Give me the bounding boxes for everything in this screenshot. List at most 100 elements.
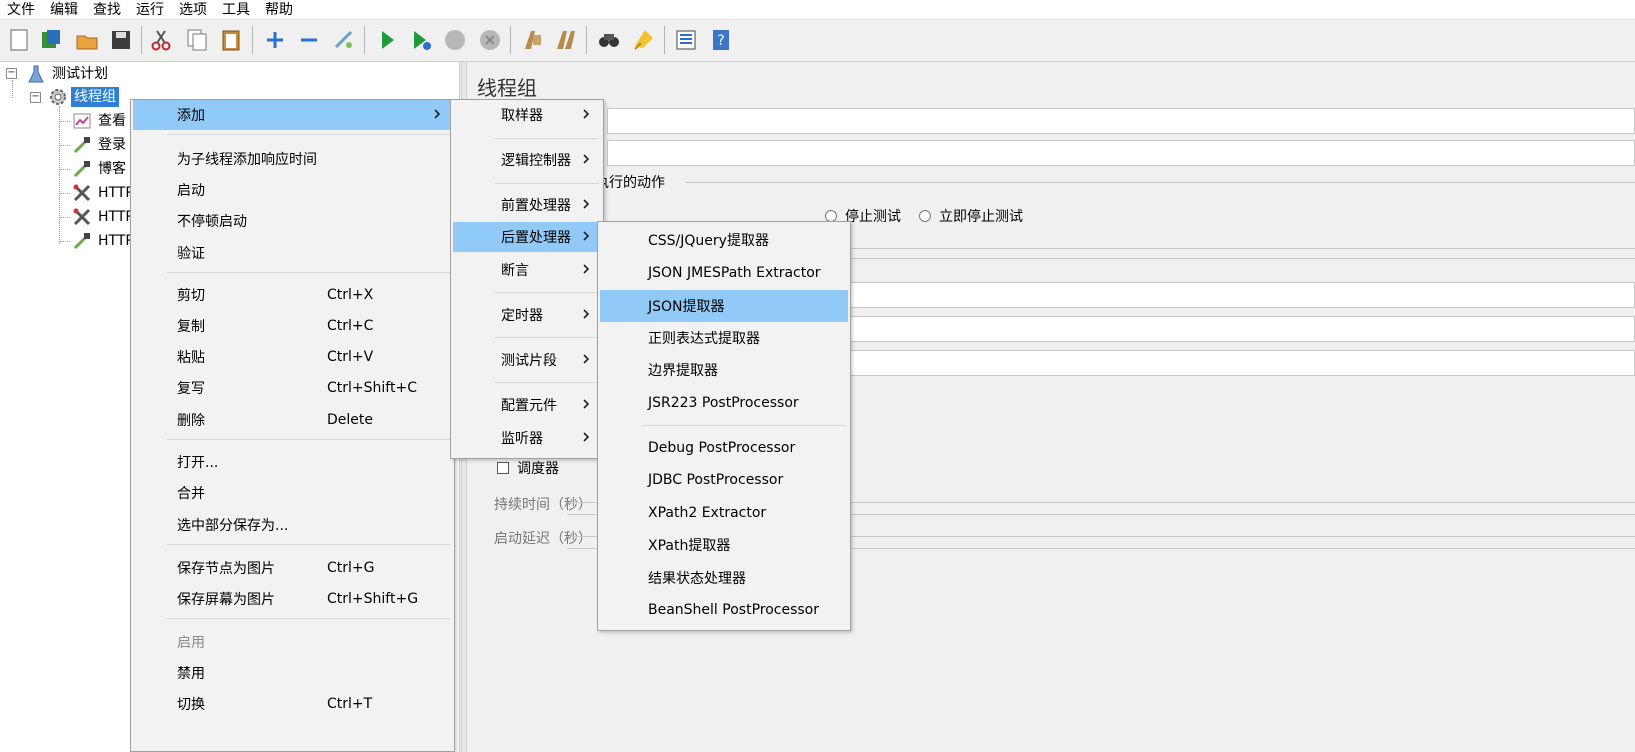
open-icon[interactable] bbox=[72, 25, 102, 55]
menu-item-disable[interactable]: 禁用 bbox=[133, 658, 452, 688]
tree-node-child[interactable]: 查看 bbox=[72, 110, 129, 132]
menu-item-xpath2-extractor[interactable]: XPath2 Extractor bbox=[600, 498, 848, 528]
menu-item-timer[interactable]: 定时器 bbox=[453, 300, 601, 330]
menu-item-cut[interactable]: 剪切 Ctrl+X bbox=[133, 280, 452, 310]
menu-edit[interactable]: 编辑 bbox=[43, 1, 86, 19]
menu-item-copy[interactable]: 复制 Ctrl+C bbox=[133, 311, 452, 341]
toggle-icon[interactable] bbox=[329, 25, 359, 55]
menu-item-json-jmespath-extractor[interactable]: JSON JMESPath Extractor bbox=[600, 258, 848, 288]
search-icon[interactable] bbox=[594, 25, 624, 55]
menu-options[interactable]: 选项 bbox=[172, 1, 215, 19]
menu-item-pre-processor[interactable]: 前置处理器 bbox=[453, 190, 601, 220]
menu-item-label: 前置处理器 bbox=[501, 198, 571, 214]
menu-item-assertion[interactable]: 断言 bbox=[453, 255, 601, 285]
test-plan-icon bbox=[28, 65, 44, 83]
menu-item-shortcut: Ctrl+T bbox=[327, 696, 373, 712]
tree-node-child[interactable]: HTTP bbox=[72, 230, 137, 252]
menu-item-label: 选中部分保存为... bbox=[177, 518, 289, 534]
collapse-toggle[interactable]: − bbox=[6, 68, 17, 79]
menu-item-xpath-extractor[interactable]: XPath提取器 bbox=[600, 530, 848, 560]
tree-node-test-plan[interactable]: 测试计划 bbox=[26, 63, 111, 85]
menu-item-merge[interactable]: 合并 bbox=[133, 478, 452, 508]
menu-item-config-element[interactable]: 配置元件 bbox=[453, 390, 601, 420]
start-icon[interactable] bbox=[372, 25, 402, 55]
context-menu: 添加 为子线程添加响应时间 启动 不停顿启动 验证 剪切 Ctrl+X 复制 Ctr… bbox=[130, 99, 455, 752]
tree-node-child[interactable]: HTTP bbox=[72, 182, 137, 204]
menu-item-paste[interactable]: 粘贴 Ctrl+V bbox=[133, 342, 452, 372]
menu-item-duplicate[interactable]: 复写 Ctrl+Shift+C bbox=[133, 373, 452, 403]
comment-field[interactable] bbox=[607, 140, 1635, 166]
menu-item-save-node-image[interactable]: 保存节点为图片 Ctrl+G bbox=[133, 553, 452, 583]
menu-item-validate[interactable]: 验证 bbox=[133, 238, 452, 268]
menu-file[interactable]: 文件 bbox=[0, 1, 43, 19]
menu-run[interactable]: 运行 bbox=[129, 1, 172, 19]
tree-node-label: 查看 bbox=[98, 113, 126, 129]
menu-search[interactable]: 查找 bbox=[86, 1, 129, 19]
menu-item-sampler[interactable]: 取样器 bbox=[453, 100, 601, 130]
stop-icon[interactable] bbox=[440, 25, 470, 55]
new-icon[interactable] bbox=[4, 25, 34, 55]
menu-item-jdbc-postprocessor[interactable]: JDBC PostProcessor bbox=[600, 465, 848, 495]
menu-item-label: JSON提取器 bbox=[648, 299, 725, 315]
tree-node-child[interactable]: 博客 bbox=[72, 158, 129, 180]
menu-item-json-extractor[interactable]: JSON提取器 bbox=[600, 290, 848, 322]
tree-node-thread-group[interactable]: 线程组 bbox=[48, 86, 119, 108]
shutdown-icon[interactable] bbox=[475, 25, 505, 55]
menu-item-add-response-time[interactable]: 为子线程添加响应时间 bbox=[133, 144, 452, 174]
name-field[interactable] bbox=[607, 108, 1635, 134]
clear-all-icon[interactable] bbox=[551, 25, 581, 55]
menu-item-save-screen-image[interactable]: 保存屏幕为图片 Ctrl+Shift+G bbox=[133, 584, 452, 614]
tree-line bbox=[12, 80, 13, 98]
menu-item-save-selection[interactable]: 选中部分保存为... bbox=[133, 510, 452, 540]
chevron-right-icon bbox=[583, 399, 590, 409]
scheduler-checkbox-row[interactable]: 调度器 bbox=[497, 458, 559, 478]
copy-icon[interactable] bbox=[182, 25, 212, 55]
cut-icon[interactable] bbox=[146, 25, 176, 55]
tree-node-label: 测试计划 bbox=[52, 66, 108, 82]
reset-search-icon[interactable] bbox=[629, 25, 659, 55]
templates-icon[interactable] bbox=[36, 25, 66, 55]
menu-item-toggle[interactable]: 切换 Ctrl+T bbox=[133, 689, 452, 719]
expand-icon[interactable] bbox=[260, 25, 290, 55]
menu-item-test-fragment[interactable]: 测试片段 bbox=[453, 345, 601, 375]
chevron-right-icon bbox=[434, 109, 441, 119]
menu-item-debug-postprocessor[interactable]: Debug PostProcessor bbox=[600, 433, 848, 463]
tree-line bbox=[60, 145, 70, 146]
radio-stop-test-now[interactable] bbox=[919, 210, 931, 222]
menu-item-add[interactable]: 添加 bbox=[133, 100, 452, 130]
post-processor-submenu: CSS/JQuery提取器 JSON JMESPath Extractor JS… bbox=[597, 221, 851, 631]
delay-label: 启动延迟（秒） bbox=[494, 531, 592, 547]
menu-item-regex-extractor[interactable]: 正则表达式提取器 bbox=[600, 323, 848, 353]
scheduler-checkbox[interactable] bbox=[497, 462, 509, 474]
radio-label: 立即停止测试 bbox=[939, 209, 1023, 225]
menu-item-logic-controller[interactable]: 逻辑控制器 bbox=[453, 145, 601, 175]
menu-separator bbox=[642, 425, 846, 426]
menu-item-listener[interactable]: 监听器 bbox=[453, 423, 601, 453]
menu-item-beanshell-postprocessor[interactable]: BeanShell PostProcessor bbox=[600, 595, 848, 625]
start-no-pause-icon[interactable] bbox=[406, 25, 436, 55]
help-icon[interactable]: ? bbox=[706, 25, 736, 55]
menu-help[interactable]: 帮助 bbox=[258, 1, 301, 19]
menu-item-delete[interactable]: 删除 Delete bbox=[133, 405, 452, 435]
menu-item-post-processor[interactable]: 后置处理器 bbox=[453, 222, 601, 252]
clear-icon[interactable] bbox=[517, 25, 547, 55]
chevron-right-icon bbox=[583, 354, 590, 364]
menu-item-css-jquery-extractor[interactable]: CSS/JQuery提取器 bbox=[600, 225, 848, 255]
menu-item-label: 删除 bbox=[177, 413, 205, 429]
menu-item-start-no-pause[interactable]: 不停顿启动 bbox=[133, 206, 452, 236]
tree-line bbox=[60, 217, 70, 218]
menu-item-boundary-extractor[interactable]: 边界提取器 bbox=[600, 355, 848, 385]
save-icon[interactable] bbox=[106, 25, 136, 55]
menu-item-start[interactable]: 启动 bbox=[133, 175, 452, 205]
svg-text:?: ? bbox=[717, 33, 724, 49]
paste-icon[interactable] bbox=[216, 25, 246, 55]
tree-node-child[interactable]: HTTP bbox=[72, 206, 137, 228]
menu-item-jsr223-postprocessor[interactable]: JSR223 PostProcessor bbox=[600, 388, 848, 418]
tree-node-child[interactable]: 登录 bbox=[72, 134, 129, 156]
collapse-icon[interactable] bbox=[294, 25, 324, 55]
menu-item-result-status-handler[interactable]: 结果状态处理器 bbox=[600, 563, 848, 593]
function-helper-icon[interactable] bbox=[671, 25, 701, 55]
collapse-toggle[interactable]: − bbox=[30, 92, 41, 103]
menu-item-open[interactable]: 打开... bbox=[133, 447, 452, 477]
menu-tools[interactable]: 工具 bbox=[215, 1, 258, 19]
